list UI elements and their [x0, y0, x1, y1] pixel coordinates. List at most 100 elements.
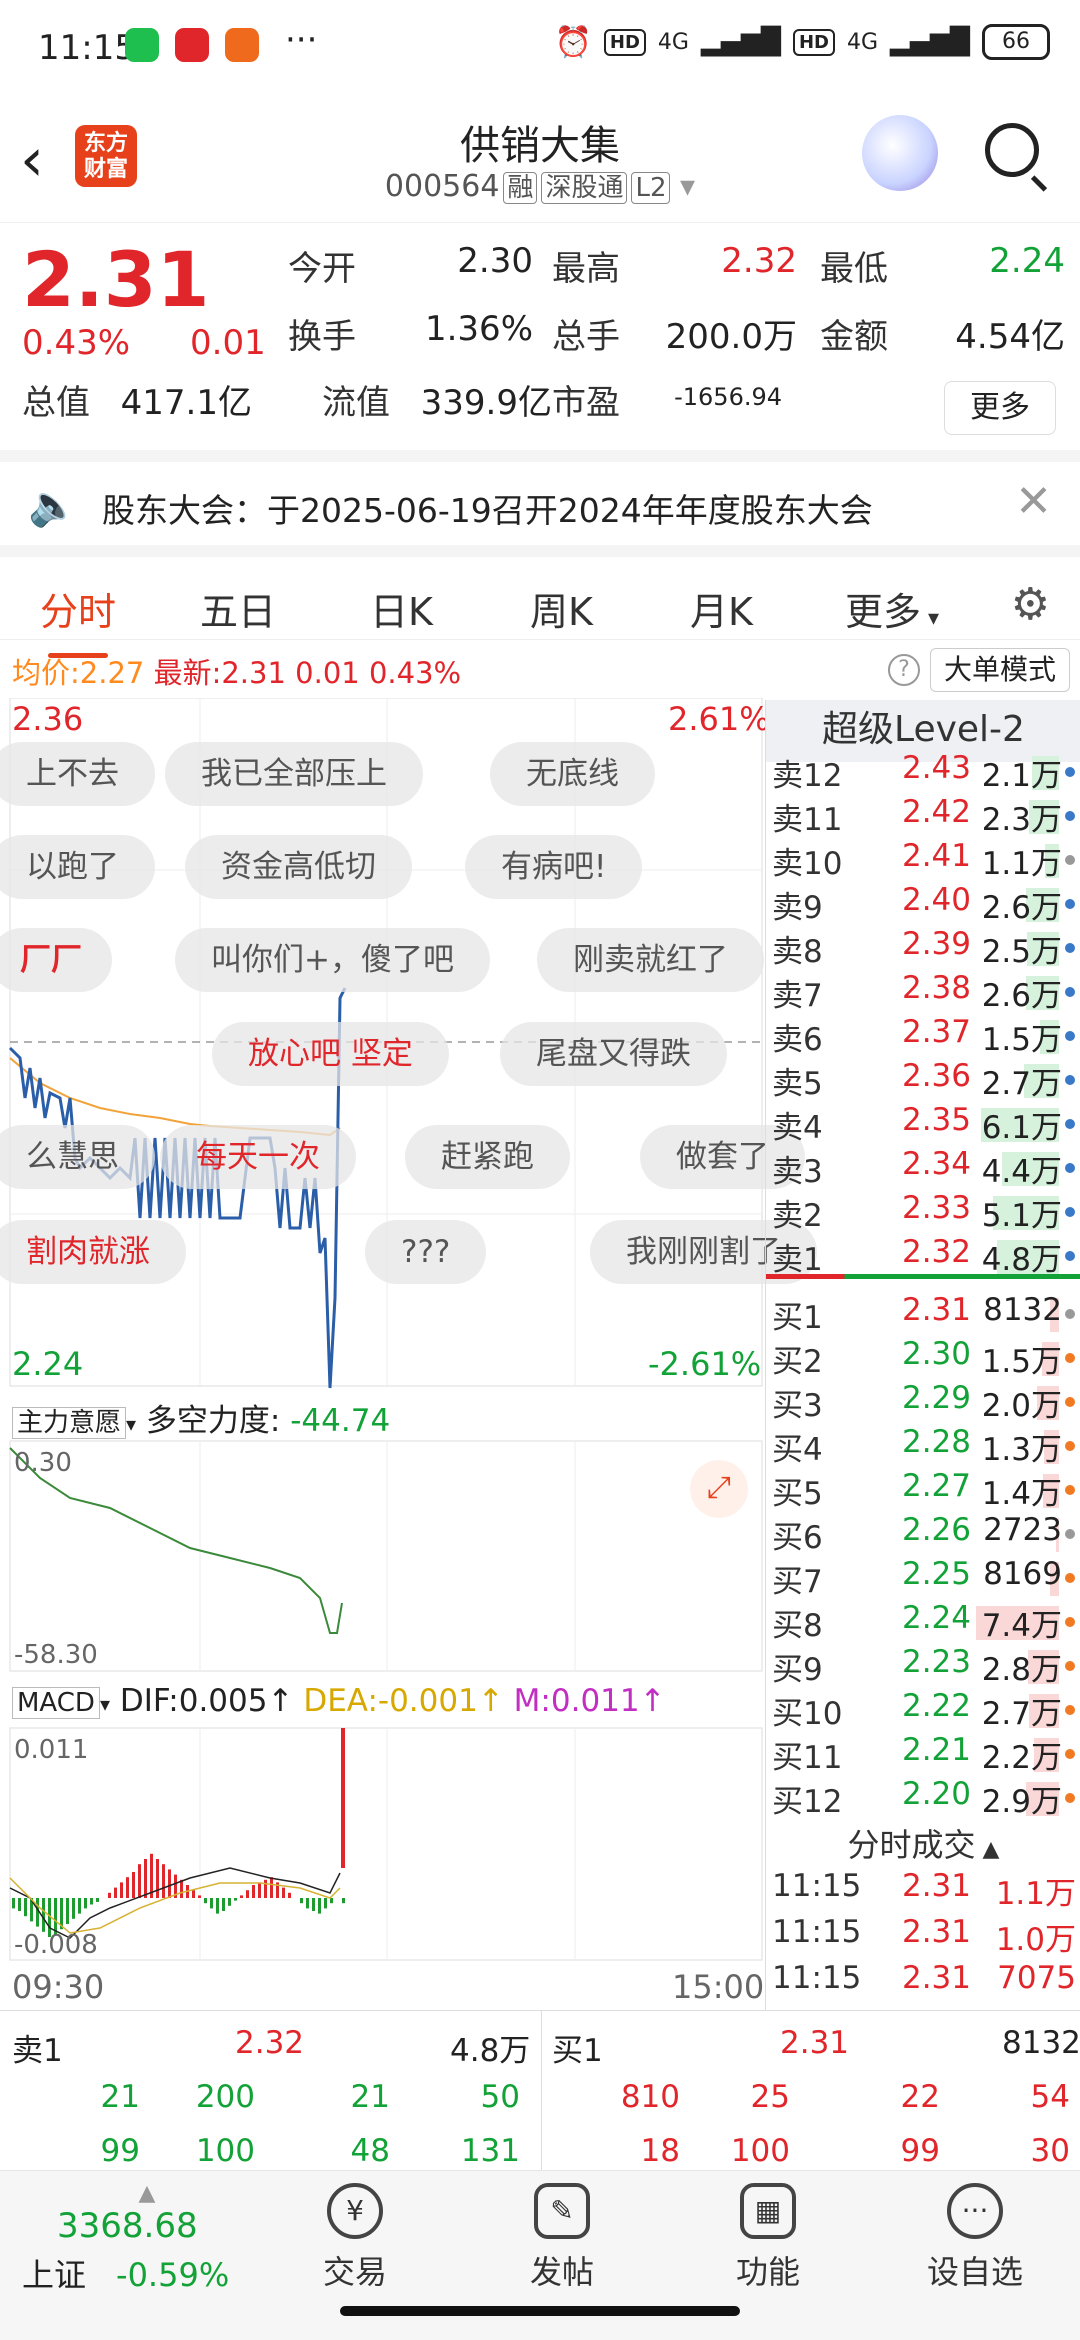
macd-bar	[288, 1892, 291, 1898]
ask-row[interactable]: 卖12 2.43 2.1万	[766, 750, 1080, 794]
order-dot-icon	[1065, 855, 1075, 865]
trade-row: 11:15 2.31 1.1万	[766, 1868, 1080, 1912]
bottom-sell1-price: 2.32	[235, 2025, 305, 2061]
order-dot-icon	[1065, 1705, 1075, 1715]
ask-row[interactable]: 卖9 2.40 2.6万	[766, 882, 1080, 926]
more-button[interactable]: 更多	[944, 381, 1056, 435]
ask-row[interactable]: 卖7 2.38 2.6万	[766, 970, 1080, 1014]
macd-bar	[264, 1879, 267, 1898]
indicator-select[interactable]: 主力意愿	[12, 1407, 127, 1439]
comment-bubble[interactable]: 每天一次	[160, 1125, 356, 1189]
order-dot-icon	[1065, 1207, 1075, 1217]
ask-row[interactable]: 卖6 2.37 1.5万	[766, 1014, 1080, 1058]
trade-volume: 1.0万	[995, 1922, 1076, 1958]
tab-daily-k[interactable]: 日K	[370, 581, 433, 636]
order-dot-icon	[1065, 1031, 1075, 1041]
comment-bubble[interactable]: 放心吧 坚定	[212, 1022, 449, 1086]
macd-spike	[341, 1728, 345, 1868]
bid-row[interactable]: 买10 2.22 2.7万	[766, 1688, 1080, 1732]
comment-bubble[interactable]: 尾盘又得跌	[500, 1022, 727, 1086]
bid-row[interactable]: 买11 2.21 2.2万	[766, 1732, 1080, 1776]
quote-value: 200.0万	[665, 317, 797, 357]
comment-bubble[interactable]: 叫你们+，傻了吧	[175, 928, 490, 992]
close-icon[interactable]: ✕	[1015, 476, 1052, 527]
alarm-icon: ⏰	[554, 24, 592, 60]
bid-row[interactable]: 买5 2.27 1.4万	[766, 1468, 1080, 1512]
ask-row[interactable]: 卖2 2.33 5.1万	[766, 1190, 1080, 1234]
trade-title: 分时成交	[847, 1826, 976, 1864]
index-widget[interactable]: ▲ 3368.68 上证 -0.59%	[22, 2181, 272, 2296]
help-icon[interactable]: ?	[888, 654, 920, 686]
bid-price: 2.25	[901, 1556, 971, 1592]
quote-value: 4.54亿	[955, 317, 1065, 357]
tag-l2: L2	[631, 172, 671, 204]
comment-bubble[interactable]: 我已全部压上	[165, 742, 423, 806]
comment-bubble[interactable]: 割肉就涨	[0, 1220, 186, 1284]
stock-header: ‹ 东方财富 供销大集 000564 融深股通 L2 ▾	[0, 95, 1080, 220]
bid-price: 2.27	[901, 1468, 971, 1504]
nav-functions[interactable]: ▦ 功能	[698, 2183, 838, 2293]
tab-five-day[interactable]: 五日	[200, 581, 276, 636]
ask-row[interactable]: 卖3 2.34 4.4万	[766, 1146, 1080, 1190]
bid-volume: 2.9万	[981, 1784, 1062, 1820]
bubble-factory[interactable]: 厂厂	[0, 928, 112, 992]
bid-row[interactable]: 买12 2.20 2.9万	[766, 1776, 1080, 1820]
bid-row[interactable]: 买9 2.23 2.8万	[766, 1644, 1080, 1688]
dropdown-icon: ▾	[921, 606, 940, 631]
edit-icon: ✎	[534, 2183, 590, 2239]
notice-bar[interactable]: 🔈 股东大会：于2025-06-19召开2024年年度股东大会 ✕	[0, 450, 1080, 545]
ask-row[interactable]: 卖5 2.36 2.7万	[766, 1058, 1080, 1102]
bid-row[interactable]: 买4 2.28 1.3万	[766, 1424, 1080, 1468]
ask-row[interactable]: 卖10 2.41 1.1万	[766, 838, 1080, 882]
tab-intraday[interactable]: 分时	[40, 581, 116, 658]
expand-icon[interactable]: ⤢	[690, 1460, 748, 1518]
ask-row[interactable]: 卖11 2.42 2.3万	[766, 794, 1080, 838]
quote-value: 339.9亿	[420, 383, 552, 423]
search-icon[interactable]	[985, 123, 1039, 177]
quote-value: 417.1亿	[120, 383, 252, 423]
ask-row[interactable]: 卖4 2.35 6.1万	[766, 1102, 1080, 1146]
nav-post[interactable]: ✎ 发帖	[492, 2183, 632, 2293]
macd-axis-bottom: -0.008	[14, 1930, 98, 1960]
macd-m: M:0.011	[513, 1683, 640, 1719]
comment-bubble[interactable]: 刚卖就红了	[537, 928, 764, 992]
level2-panel[interactable]: 超级Level-2 卖12 2.43 2.1万 卖11 2.42 2.3万 卖10 2.41 1…	[765, 700, 1080, 2010]
tab-more[interactable]: 更多 ▾	[845, 581, 939, 636]
ask-row[interactable]: 卖1 2.32 4.8万	[766, 1234, 1080, 1278]
gear-icon[interactable]: ⚙	[1011, 579, 1050, 630]
quote-value: 2.32	[721, 241, 797, 281]
bid-row[interactable]: 买3 2.29 2.0万	[766, 1380, 1080, 1424]
bid-row[interactable]: 买7 2.25 8169	[766, 1556, 1080, 1600]
ask-row[interactable]: 卖8 2.39 2.5万	[766, 926, 1080, 970]
bid-row[interactable]: 买8 2.24 7.4万	[766, 1600, 1080, 1644]
macd-bar	[162, 1864, 165, 1898]
comment-bubble[interactable]: ???	[365, 1220, 487, 1284]
bottom-quote-strip: 卖1 2.32 4.8万 买1 2.31 8132 21 200 21 50 810 25…	[0, 2010, 1080, 2171]
comment-bubble[interactable]: 赶紧跑	[405, 1125, 570, 1189]
comment-bubble[interactable]: 以跑了	[0, 835, 155, 899]
big-order-mode-button[interactable]: 大单模式	[930, 648, 1070, 692]
macd-bar	[282, 1887, 285, 1898]
macd-select[interactable]: MACD	[12, 1687, 100, 1719]
comment-bubble[interactable]: 上不去	[0, 742, 155, 806]
comment-bubble[interactable]: 资金高低切	[185, 835, 412, 899]
comment-bubble[interactable]: 有病吧!	[465, 835, 643, 899]
macd-bar	[90, 1898, 93, 1905]
nav-trade[interactable]: ¥ 交易	[285, 2183, 425, 2293]
nav-add-watchlist[interactable]: ··· 设自选	[905, 2183, 1045, 2293]
change-amount: 0.01	[190, 323, 266, 363]
bid-volume: 1.4万	[981, 1476, 1062, 1512]
robot-assistant-icon[interactable]	[862, 115, 938, 191]
home-indicator[interactable]	[340, 2306, 740, 2316]
tab-monthly-k[interactable]: 月K	[690, 581, 753, 636]
tab-weekly-k[interactable]: 周K	[530, 581, 593, 636]
comment-bubble[interactable]: 么慧思	[0, 1125, 155, 1189]
bid-row[interactable]: 买1 2.31 8132	[766, 1292, 1080, 1336]
macd-bar	[306, 1898, 309, 1909]
bid-row[interactable]: 买2 2.30 1.5万	[766, 1336, 1080, 1380]
latest-value: 2.31	[221, 656, 286, 690]
bid-row[interactable]: 买6 2.26 2723	[766, 1512, 1080, 1556]
trade-header[interactable]: 分时成交 ▲	[766, 1820, 1080, 1866]
comment-bubble[interactable]: 无底线	[490, 742, 655, 806]
quote-label: 流值	[322, 383, 390, 423]
